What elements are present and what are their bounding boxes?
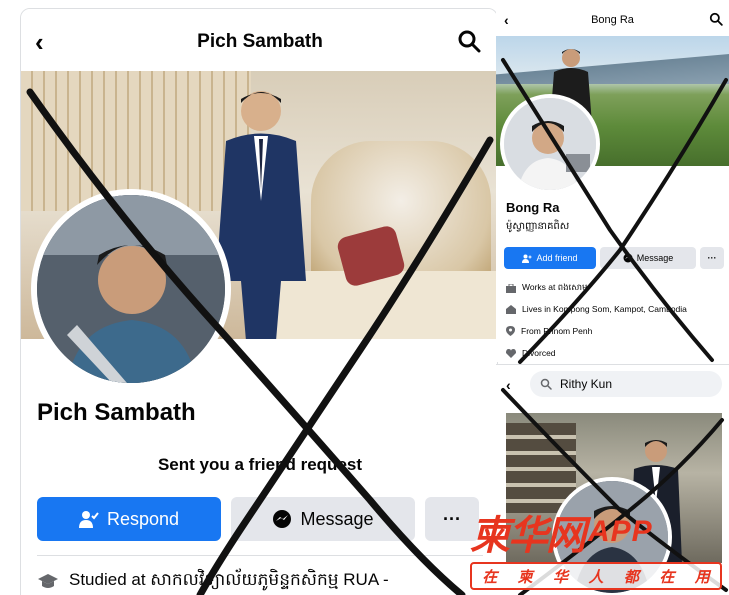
slogan-char: 在: [482, 567, 498, 586]
profile-name: Bong Ra: [506, 200, 560, 215]
watermark-app-text: APP: [588, 515, 653, 548]
slogan-char: 在: [659, 567, 675, 586]
info-row-from: From Phnom Penh: [506, 326, 592, 336]
message-button[interactable]: Message: [231, 497, 415, 541]
divider: [37, 555, 483, 556]
friend-request-status: Sent you a friend request: [157, 455, 363, 474]
profile-header: ‹ Bong Ra: [496, 4, 729, 36]
person-plus-icon: [522, 254, 532, 263]
info-text: Lives in Kompong Som, Kampot, Cambodia: [522, 304, 687, 314]
profile-avatar[interactable]: [31, 189, 231, 389]
person-check-icon: [78, 511, 99, 528]
message-label: Message: [300, 508, 374, 529]
page-title: Pich Sambath: [197, 31, 323, 52]
slogan-char: 人: [588, 567, 604, 586]
avatar-person-figure: [37, 195, 225, 383]
watermark-slogan: 在 柬 华 人 都 在 用: [470, 562, 722, 590]
messenger-icon: [623, 253, 633, 263]
profile-nickname: ម៉ូស្វាញ្ញានាគពិស: [506, 221, 570, 232]
watermark-brand: 柬华网: [470, 513, 586, 559]
search-input[interactable]: Rithy Kun: [530, 371, 722, 397]
search-icon[interactable]: [709, 12, 723, 26]
search-icon[interactable]: [457, 29, 481, 53]
location-pin-icon: [506, 326, 515, 336]
slogan-char: 都: [623, 567, 639, 586]
heart-icon: [506, 348, 516, 358]
info-row-lives: Lives in Kompong Som, Kampot, Cambodia: [506, 304, 687, 314]
briefcase-icon: [506, 284, 516, 293]
search-query: Rithy Kun: [560, 377, 613, 391]
info-text: Works at ពងសោម: [522, 282, 588, 292]
respond-button[interactable]: Respond: [37, 497, 221, 541]
watermark-logo: 柬华网 APP: [470, 507, 720, 559]
add-friend-label: Add friend: [536, 253, 578, 263]
avatar-person-figure: [504, 98, 596, 190]
home-icon: [506, 304, 516, 314]
info-text: Divorced: [522, 348, 556, 358]
screenshot-collage: ‹ Pich Sambath Pich Sambath Sent you a f…: [0, 0, 729, 595]
cover-mountains: [496, 54, 729, 84]
graduation-cap-icon: [38, 573, 58, 588]
slogan-char: 用: [694, 567, 710, 586]
slogan-char: 华: [553, 567, 569, 586]
search-icon: [540, 378, 552, 390]
education-info: Studied at សាកលវិទ្យាល័យភូមិន្ទកសិកម្ម R…: [37, 569, 389, 594]
back-arrow-icon[interactable]: ‹: [506, 377, 511, 393]
info-text: From Phnom Penh: [521, 326, 593, 336]
profile-name: Pich Sambath: [37, 399, 196, 426]
message-label: Message: [636, 253, 674, 263]
add-friend-button[interactable]: Add friend: [504, 247, 596, 269]
profile-header: ‹ Pich Sambath: [21, 9, 497, 71]
education-text: Studied at សាកលវិទ្យាល័យភូមិន្ទកសិកម្ម R…: [69, 570, 389, 589]
info-row-work: Works at ពងសោម: [506, 282, 587, 295]
slogan-char: 柬: [517, 567, 533, 586]
profile-card-pich-sambath: ‹ Pich Sambath Pich Sambath Sent you a f…: [20, 8, 498, 595]
messenger-icon: [273, 510, 292, 528]
profile-card-bong-ra: ‹ Bong Ra Bong Ra ម៉ូស្វាញ្ញានាគពិស Add …: [496, 4, 729, 362]
page-title: Bong Ra: [591, 14, 634, 26]
more-options-button[interactable]: ···: [700, 247, 724, 269]
message-button[interactable]: Message: [600, 247, 696, 269]
info-row-relationship: Divorced: [506, 348, 556, 358]
respond-label: Respond: [106, 508, 180, 529]
profile-avatar[interactable]: [500, 94, 600, 194]
